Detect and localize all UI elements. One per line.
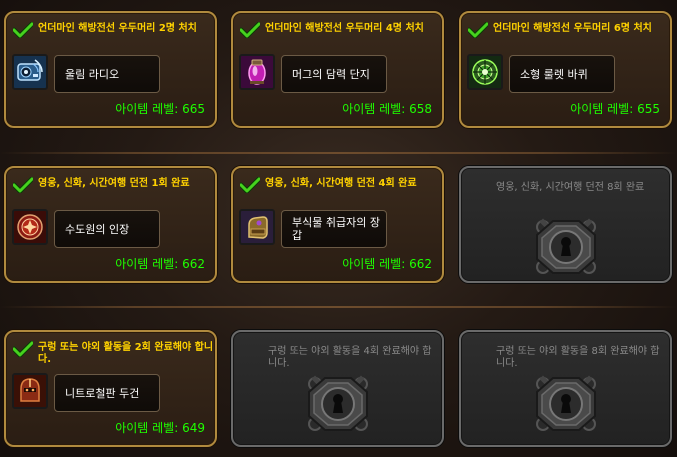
checkmark-icon (240, 22, 260, 38)
checkmark-icon (13, 22, 33, 38)
item-name: 부식물 취급자의 장갑 (292, 216, 380, 242)
helm-icon[interactable] (12, 373, 48, 409)
item-level: 아이템 레벨: 662 (342, 257, 432, 271)
unlock-condition: 구렁 또는 야외 활동을 4회 완료해야 합니다. (268, 346, 432, 369)
roulette-wheel-icon[interactable] (467, 54, 503, 90)
item-name: 울림 라디오 (65, 67, 120, 81)
item-name-box[interactable]: 니트로철판 두건 (54, 374, 160, 412)
reward-card-locked[interactable]: 영웅, 신화, 시간여행 던전 8회 완료 (459, 166, 672, 283)
lock-icon (529, 372, 603, 436)
unlock-condition: 구렁 또는 야외 활동을 2회 완료해야 합니다. (38, 342, 214, 365)
checkmark-icon (468, 22, 488, 38)
unlock-condition: 영웅, 신화, 시간여행 던전 8회 완료 (496, 182, 645, 193)
item-name-box[interactable]: 머그의 담력 단지 (281, 55, 387, 93)
lock-icon (301, 372, 375, 436)
checkmark-icon (240, 177, 260, 193)
reward-card-locked[interactable]: 구렁 또는 야외 활동을 4회 완료해야 합니다. (231, 330, 444, 447)
checkmark-icon (13, 177, 33, 193)
reward-card[interactable]: 언더마인 해방전선 우두머리 6명 처치 소형 룰렛 바퀴 아이템 레벨: 65… (459, 11, 672, 128)
item-level: 아이템 레벨: 658 (342, 102, 432, 116)
echo-radio-icon[interactable] (12, 54, 48, 90)
priory-signet-icon[interactable] (12, 209, 48, 245)
item-level: 아이템 레벨: 665 (115, 102, 205, 116)
unlock-condition: 구렁 또는 야외 활동을 8회 완료해야 합니다. (496, 346, 660, 369)
item-level: 아이템 레벨: 662 (115, 257, 205, 271)
mug-moxie-jar-icon[interactable] (239, 54, 275, 90)
reward-card[interactable]: 언더마인 해방전선 우두머리 4명 처치 머그의 담력 단지 아이템 레벨: 6… (231, 11, 444, 128)
gauntlet-icon[interactable] (239, 209, 275, 245)
checkmark-icon (13, 341, 33, 357)
row-divider (0, 306, 677, 308)
item-name-box[interactable]: 소형 룰렛 바퀴 (509, 55, 615, 93)
unlock-condition: 언더마인 해방전선 우두머리 4명 처치 (265, 23, 424, 34)
unlock-condition: 언더마인 해방전선 우두머리 6명 처치 (493, 23, 652, 34)
lock-icon (529, 215, 603, 279)
item-name: 머그의 담력 단지 (292, 67, 370, 81)
item-name-box[interactable]: 수도원의 인장 (54, 210, 160, 248)
reward-card[interactable]: 영웅, 신화, 시간여행 던전 4회 완료 부식물 취급자의 장갑 아이템 레벨… (231, 166, 444, 283)
item-level: 아이템 레벨: 649 (115, 421, 205, 435)
item-name: 소형 룰렛 바퀴 (520, 67, 588, 81)
unlock-condition: 영웅, 신화, 시간여행 던전 4회 완료 (265, 178, 417, 189)
item-level: 아이템 레벨: 655 (570, 102, 660, 116)
unlock-condition: 언더마인 해방전선 우두머리 2명 처치 (38, 23, 197, 34)
reward-card[interactable]: 영웅, 신화, 시간여행 던전 1회 완료 수도원의 인장 아이템 레벨: 66… (4, 166, 217, 283)
reward-card-locked[interactable]: 구렁 또는 야외 활동을 8회 완료해야 합니다. (459, 330, 672, 447)
item-name-box[interactable]: 울림 라디오 (54, 55, 160, 93)
unlock-condition: 영웅, 신화, 시간여행 던전 1회 완료 (38, 178, 190, 189)
reward-card[interactable]: 구렁 또는 야외 활동을 2회 완료해야 합니다. 니트로철판 두건 아이템 레… (4, 330, 217, 447)
item-name-box[interactable]: 부식물 취급자의 장갑 (281, 210, 387, 248)
item-name: 니트로철판 두건 (65, 386, 140, 400)
reward-card[interactable]: 언더마인 해방전선 우두머리 2명 처치 울림 라디오 아이템 레벨: 665 (4, 11, 217, 128)
row-divider (0, 152, 677, 154)
item-name: 수도원의 인장 (65, 222, 130, 236)
